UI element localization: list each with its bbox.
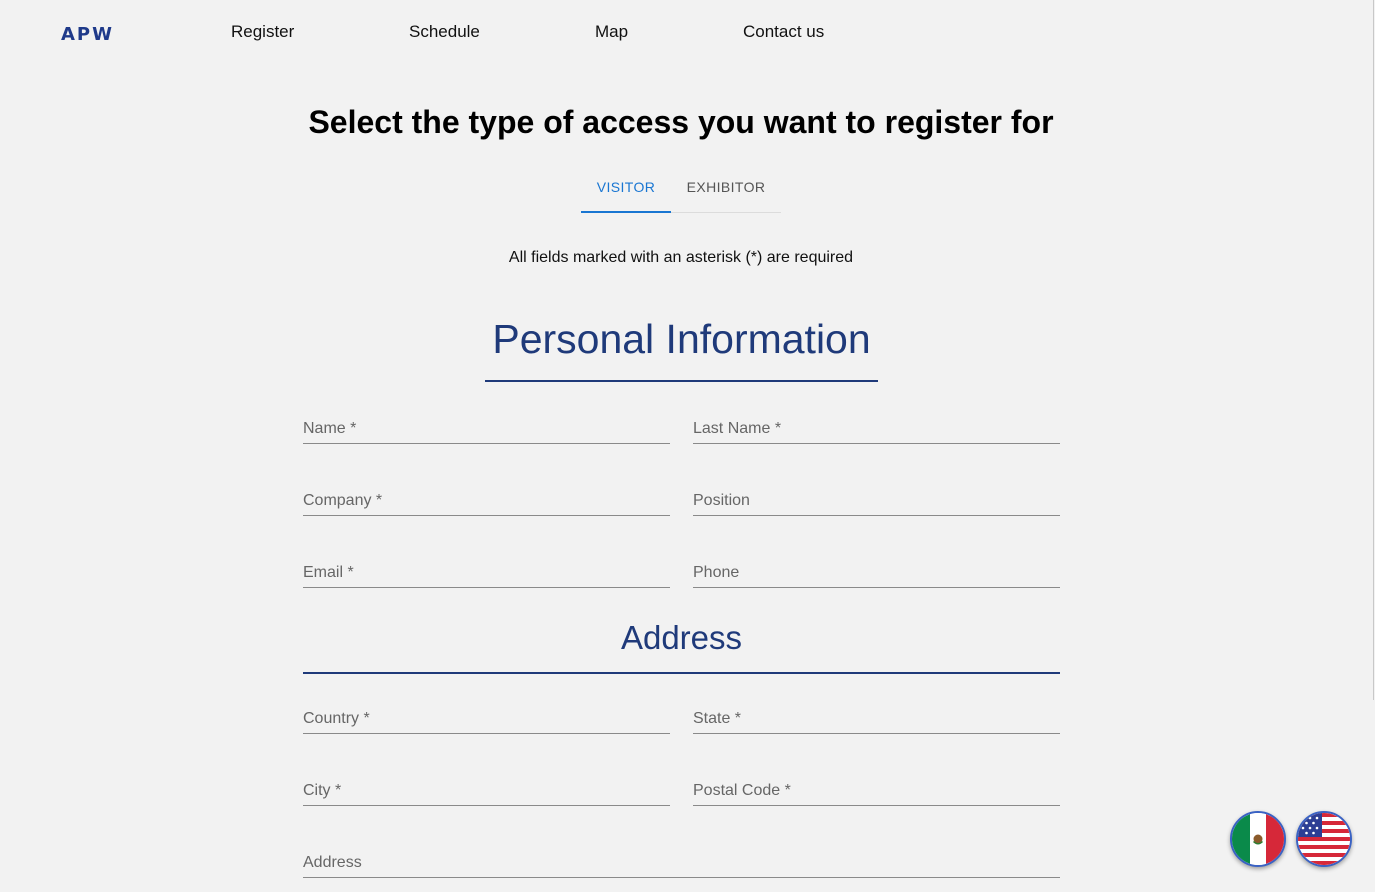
country-field-label: Country * xyxy=(303,710,370,727)
scrollbar-edge xyxy=(1373,0,1374,700)
tab-exhibitor[interactable]: EXHIBITOR xyxy=(671,168,781,211)
address-heading: Address xyxy=(303,619,1060,674)
company-field-label: Company * xyxy=(303,492,383,509)
postal-code-field-label: Postal Code * xyxy=(693,782,791,799)
position-field[interactable]: Position xyxy=(693,489,1060,516)
nav-schedule-link[interactable]: Schedule xyxy=(409,22,480,42)
registration-page: APW Register Schedule Map Contact us Sel… xyxy=(0,0,1375,892)
address-field[interactable]: Address xyxy=(303,851,1060,878)
email-field-label: Email * xyxy=(303,564,354,581)
country-field[interactable]: Country * xyxy=(303,707,670,734)
apw-logo[interactable]: APW xyxy=(61,24,114,45)
last-name-field[interactable]: Last Name * xyxy=(693,417,1060,444)
phone-field[interactable]: Phone xyxy=(693,561,1060,588)
state-field[interactable]: State * xyxy=(693,707,1060,734)
address-field-label: Address xyxy=(303,854,362,871)
name-field-label: Name * xyxy=(303,420,357,437)
city-field-label: City * xyxy=(303,782,342,799)
nav-map-link[interactable]: Map xyxy=(595,22,628,42)
phone-field-label: Phone xyxy=(693,564,740,581)
required-fields-note: All fields marked with an asterisk (*) a… xyxy=(508,249,854,266)
personal-information-heading: Personal Information xyxy=(485,316,878,382)
company-field[interactable]: Company * xyxy=(303,489,670,516)
usa-flag-icon[interactable] xyxy=(1296,811,1352,867)
last-name-field-label: Last Name * xyxy=(693,420,782,437)
tab-visitor[interactable]: VISITOR xyxy=(581,168,671,213)
access-type-tabs: VISITOR EXHIBITOR xyxy=(581,168,781,213)
postal-code-field[interactable]: Postal Code * xyxy=(693,779,1060,806)
nav-contact-link[interactable]: Contact us xyxy=(743,22,824,42)
name-field[interactable]: Name * xyxy=(303,417,670,444)
city-field[interactable]: City * xyxy=(303,779,670,806)
top-navbar: APW Register Schedule Map Contact us xyxy=(0,0,1375,64)
position-field-label: Position xyxy=(693,492,750,509)
state-field-label: State * xyxy=(693,710,742,727)
page-title: Select the type of access you want to re… xyxy=(308,104,1054,140)
nav-register-link[interactable]: Register xyxy=(231,22,294,42)
email-field[interactable]: Email * xyxy=(303,561,670,588)
mexico-flag-icon[interactable] xyxy=(1230,811,1286,867)
